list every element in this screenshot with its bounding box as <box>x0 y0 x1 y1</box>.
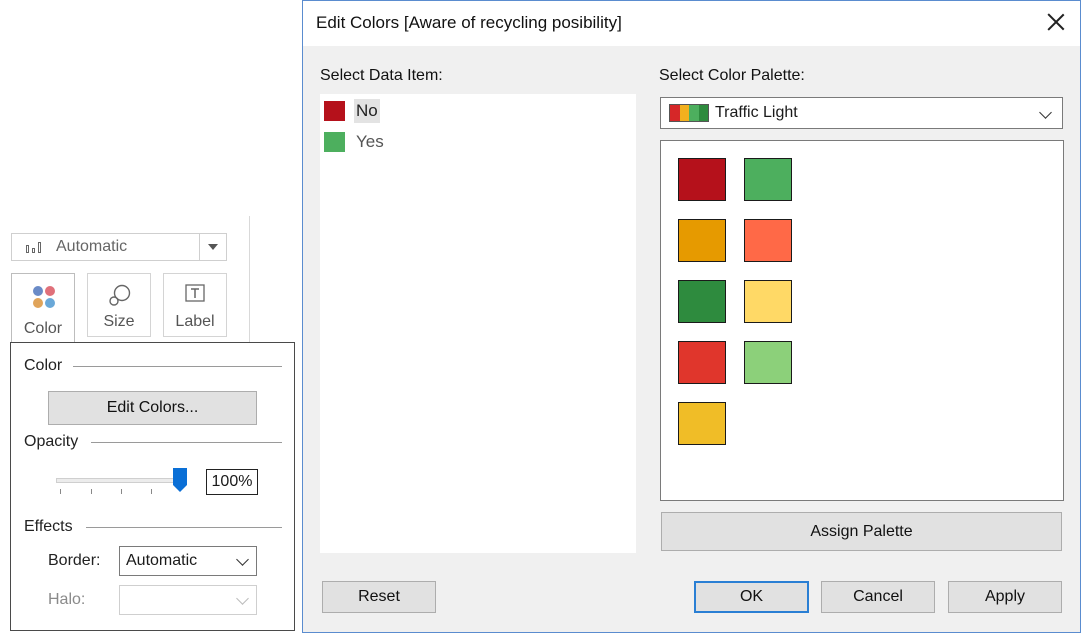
palette-swatch[interactable] <box>678 280 726 323</box>
size-shelf-button[interactable]: Size <box>87 273 151 337</box>
border-select[interactable]: Automatic <box>119 546 257 576</box>
marks-divider <box>249 216 250 346</box>
mark-type-dropdown[interactable]: Automatic <box>11 233 227 261</box>
data-item-yes[interactable]: Yes <box>324 128 386 155</box>
label-shelf-button[interactable]: Label <box>163 273 227 337</box>
label-icon <box>185 284 205 302</box>
edit-colors-dialog: Edit Colors [Aware of recycling posibili… <box>302 0 1081 633</box>
slider-tick <box>60 489 61 494</box>
color-dots-icon <box>33 286 55 308</box>
edit-colors-button[interactable]: Edit Colors... <box>48 391 257 425</box>
palette-select-value: Traffic Light <box>715 104 798 121</box>
data-item-no[interactable]: No <box>324 97 380 124</box>
palette-swatch-grid <box>660 140 1064 501</box>
size-shelf-label: Size <box>103 313 135 330</box>
select-data-item-label: Select Data Item: <box>320 67 443 84</box>
mark-type-dropdown-button[interactable] <box>199 234 226 260</box>
reset-button[interactable]: Reset <box>322 581 436 613</box>
palette-swatch[interactable] <box>744 341 792 384</box>
apply-button[interactable]: Apply <box>948 581 1062 613</box>
color-popup: Color Edit Colors... Opacity 100% Effect… <box>10 342 295 631</box>
palette-swatch[interactable] <box>744 280 792 323</box>
ok-button[interactable]: OK <box>694 581 809 613</box>
palette-swatch[interactable] <box>744 219 792 262</box>
halo-select <box>119 585 257 615</box>
label-shelf-label: Label <box>175 313 215 330</box>
select-color-palette-label: Select Color Palette: <box>659 67 805 84</box>
color-section-divider <box>73 366 282 367</box>
data-item-label: No <box>354 98 380 123</box>
data-item-swatch <box>324 100 345 121</box>
data-item-label: Yes <box>356 131 384 151</box>
slider-tick <box>151 489 152 494</box>
opacity-slider-thumb[interactable] <box>173 468 187 492</box>
color-section-title: Color <box>24 357 63 374</box>
palette-preview-icon <box>669 104 709 122</box>
opacity-slider-track[interactable] <box>56 478 184 483</box>
dialog-title: Edit Colors [Aware of recycling posibili… <box>316 13 622 32</box>
chevron-down-icon <box>236 553 249 566</box>
chevron-down-icon <box>1039 106 1052 119</box>
palette-swatch[interactable] <box>744 158 792 201</box>
dialog-titlebar: Edit Colors [Aware of recycling posibili… <box>303 1 1080 46</box>
bar-chart-icon <box>26 239 48 255</box>
size-icon <box>109 284 131 306</box>
palette-swatch[interactable] <box>678 341 726 384</box>
effects-section-divider <box>86 527 282 528</box>
cancel-button[interactable]: Cancel <box>821 581 935 613</box>
color-shelf-label: Color <box>23 320 63 337</box>
slider-tick <box>121 489 122 494</box>
color-shelf-button[interactable]: Color <box>11 273 75 343</box>
halo-label: Halo: <box>48 591 86 608</box>
data-item-swatch <box>324 131 345 152</box>
border-label: Border: <box>48 552 101 569</box>
assign-palette-button[interactable]: Assign Palette <box>661 512 1062 551</box>
opacity-section-divider <box>91 442 282 443</box>
triangle-down-icon <box>208 244 218 250</box>
data-item-list[interactable]: No Yes <box>320 94 636 553</box>
opacity-value-field[interactable]: 100% <box>206 469 258 495</box>
chevron-down-icon <box>236 592 249 605</box>
palette-swatch[interactable] <box>678 158 726 201</box>
palette-swatch[interactable] <box>678 219 726 262</box>
border-select-value: Automatic <box>126 552 198 569</box>
color-palette-select[interactable]: Traffic Light <box>660 97 1063 129</box>
opacity-section-title: Opacity <box>24 433 79 450</box>
effects-section-title: Effects <box>24 518 73 535</box>
mark-type-value: Automatic <box>56 238 128 255</box>
close-icon[interactable] <box>1046 12 1066 32</box>
palette-swatch[interactable] <box>678 402 726 445</box>
slider-tick <box>91 489 92 494</box>
